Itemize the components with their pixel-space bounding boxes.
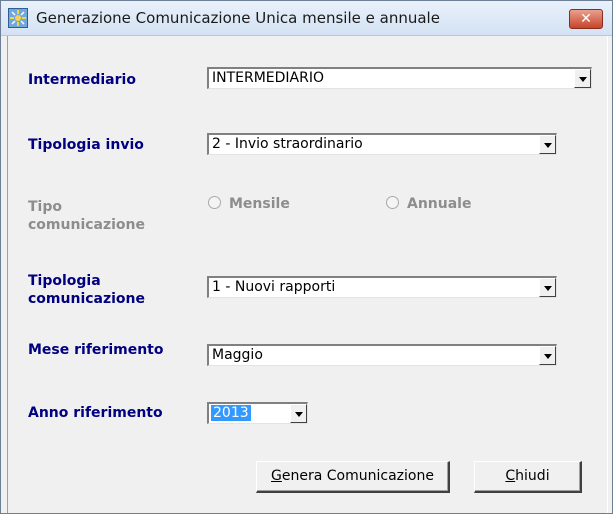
tipologia-comunicazione-value: 1 - Nuovi rapporti	[212, 279, 336, 295]
mese-riferimento-label: Mese riferimento	[28, 342, 164, 358]
chevron-down-icon[interactable]	[539, 346, 556, 365]
chevron-down-icon[interactable]	[290, 404, 307, 423]
genera-label: enera Comunicazione	[281, 468, 434, 484]
radio-circle-icon	[386, 196, 399, 209]
tipologia-comunicazione-label-line2: comunicazione	[28, 291, 146, 307]
title-bar[interactable]: Generazione Comunicazione Unica mensile …	[1, 1, 612, 36]
tipologia-comunicazione-label-line1: Tipologia	[28, 273, 101, 289]
tipologia-invio-combo[interactable]: 2 - Invio straordinario	[207, 133, 557, 155]
dialog-body: Intermediario INTERMEDIARIO Tipologia in…	[7, 36, 608, 513]
chiudi-accel: C	[505, 468, 516, 484]
tipo-comunicazione-label-line1: Tipo	[28, 199, 62, 215]
anno-riferimento-value: 2013	[211, 405, 251, 421]
mese-riferimento-combo[interactable]: Maggio	[207, 344, 557, 366]
tipologia-invio-label: Tipologia invio	[28, 137, 144, 153]
anno-riferimento-label: Anno riferimento	[28, 405, 163, 421]
chevron-down-icon[interactable]	[539, 278, 556, 297]
mese-riferimento-value: Maggio	[212, 347, 263, 363]
dialog-window: Generazione Comunicazione Unica mensile …	[0, 0, 613, 514]
genera-accel: G	[271, 468, 282, 484]
chevron-down-icon[interactable]	[574, 69, 591, 88]
chiudi-label: hiudi	[515, 468, 550, 484]
genera-comunicazione-button[interactable]: Genera Comunicazione	[256, 461, 450, 493]
tipo-comunicazione-label-line2: comunicazione	[28, 217, 146, 233]
tipologia-invio-value: 2 - Invio straordinario	[212, 136, 363, 152]
intermediario-label: Intermediario	[28, 72, 136, 88]
chevron-down-icon[interactable]	[539, 135, 556, 154]
radio-circle-icon	[208, 196, 221, 209]
radio-mensile[interactable]: Mensile	[208, 196, 290, 212]
radio-annuale[interactable]: Annuale	[386, 196, 471, 212]
window-title: Generazione Comunicazione Unica mensile …	[36, 9, 440, 27]
intermediario-combo[interactable]: INTERMEDIARIO	[207, 67, 592, 89]
radio-mensile-label: Mensile	[229, 196, 290, 212]
anno-riferimento-combo[interactable]: 2013	[207, 402, 308, 424]
intermediario-value: INTERMEDIARIO	[212, 70, 325, 86]
chiudi-button[interactable]: Chiudi	[474, 461, 582, 493]
close-icon[interactable]: ✕	[569, 9, 603, 29]
tipologia-comunicazione-combo[interactable]: 1 - Nuovi rapporti	[207, 276, 557, 298]
radio-annuale-label: Annuale	[407, 196, 472, 212]
app-icon	[8, 8, 28, 28]
